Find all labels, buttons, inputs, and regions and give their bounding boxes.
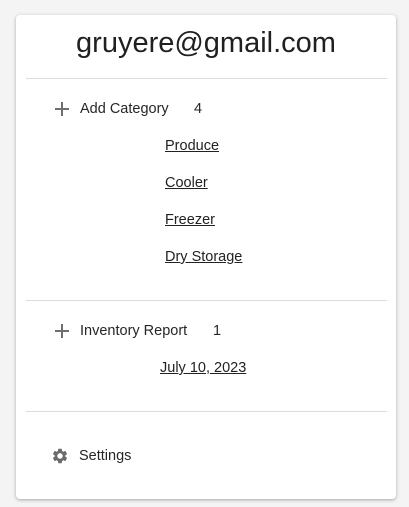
add-category-button[interactable]: Add Category <box>80 101 169 117</box>
category-link-produce[interactable]: Produce <box>165 138 219 154</box>
inventory-report-count: 1 <box>213 323 222 339</box>
category-count: 4 <box>194 101 203 117</box>
inventory-report-button[interactable]: Inventory Report <box>80 323 187 339</box>
account-card: gruyere@gmail.com Add Category 4 Produce… <box>16 15 396 499</box>
account-email: gruyere@gmail.com <box>76 27 336 59</box>
divider-middle <box>26 300 387 301</box>
category-link-cooler[interactable]: Cooler <box>165 175 208 191</box>
divider-top <box>26 78 387 79</box>
plus-icon[interactable] <box>55 324 69 338</box>
gear-icon[interactable] <box>51 447 69 465</box>
divider-bottom <box>26 411 387 412</box>
category-link-dry-storage[interactable]: Dry Storage <box>165 249 242 265</box>
inventory-report-link[interactable]: July 10, 2023 <box>160 360 246 376</box>
plus-icon[interactable] <box>55 102 69 116</box>
category-link-freezer[interactable]: Freezer <box>165 212 215 228</box>
settings-button[interactable]: Settings <box>79 448 131 464</box>
